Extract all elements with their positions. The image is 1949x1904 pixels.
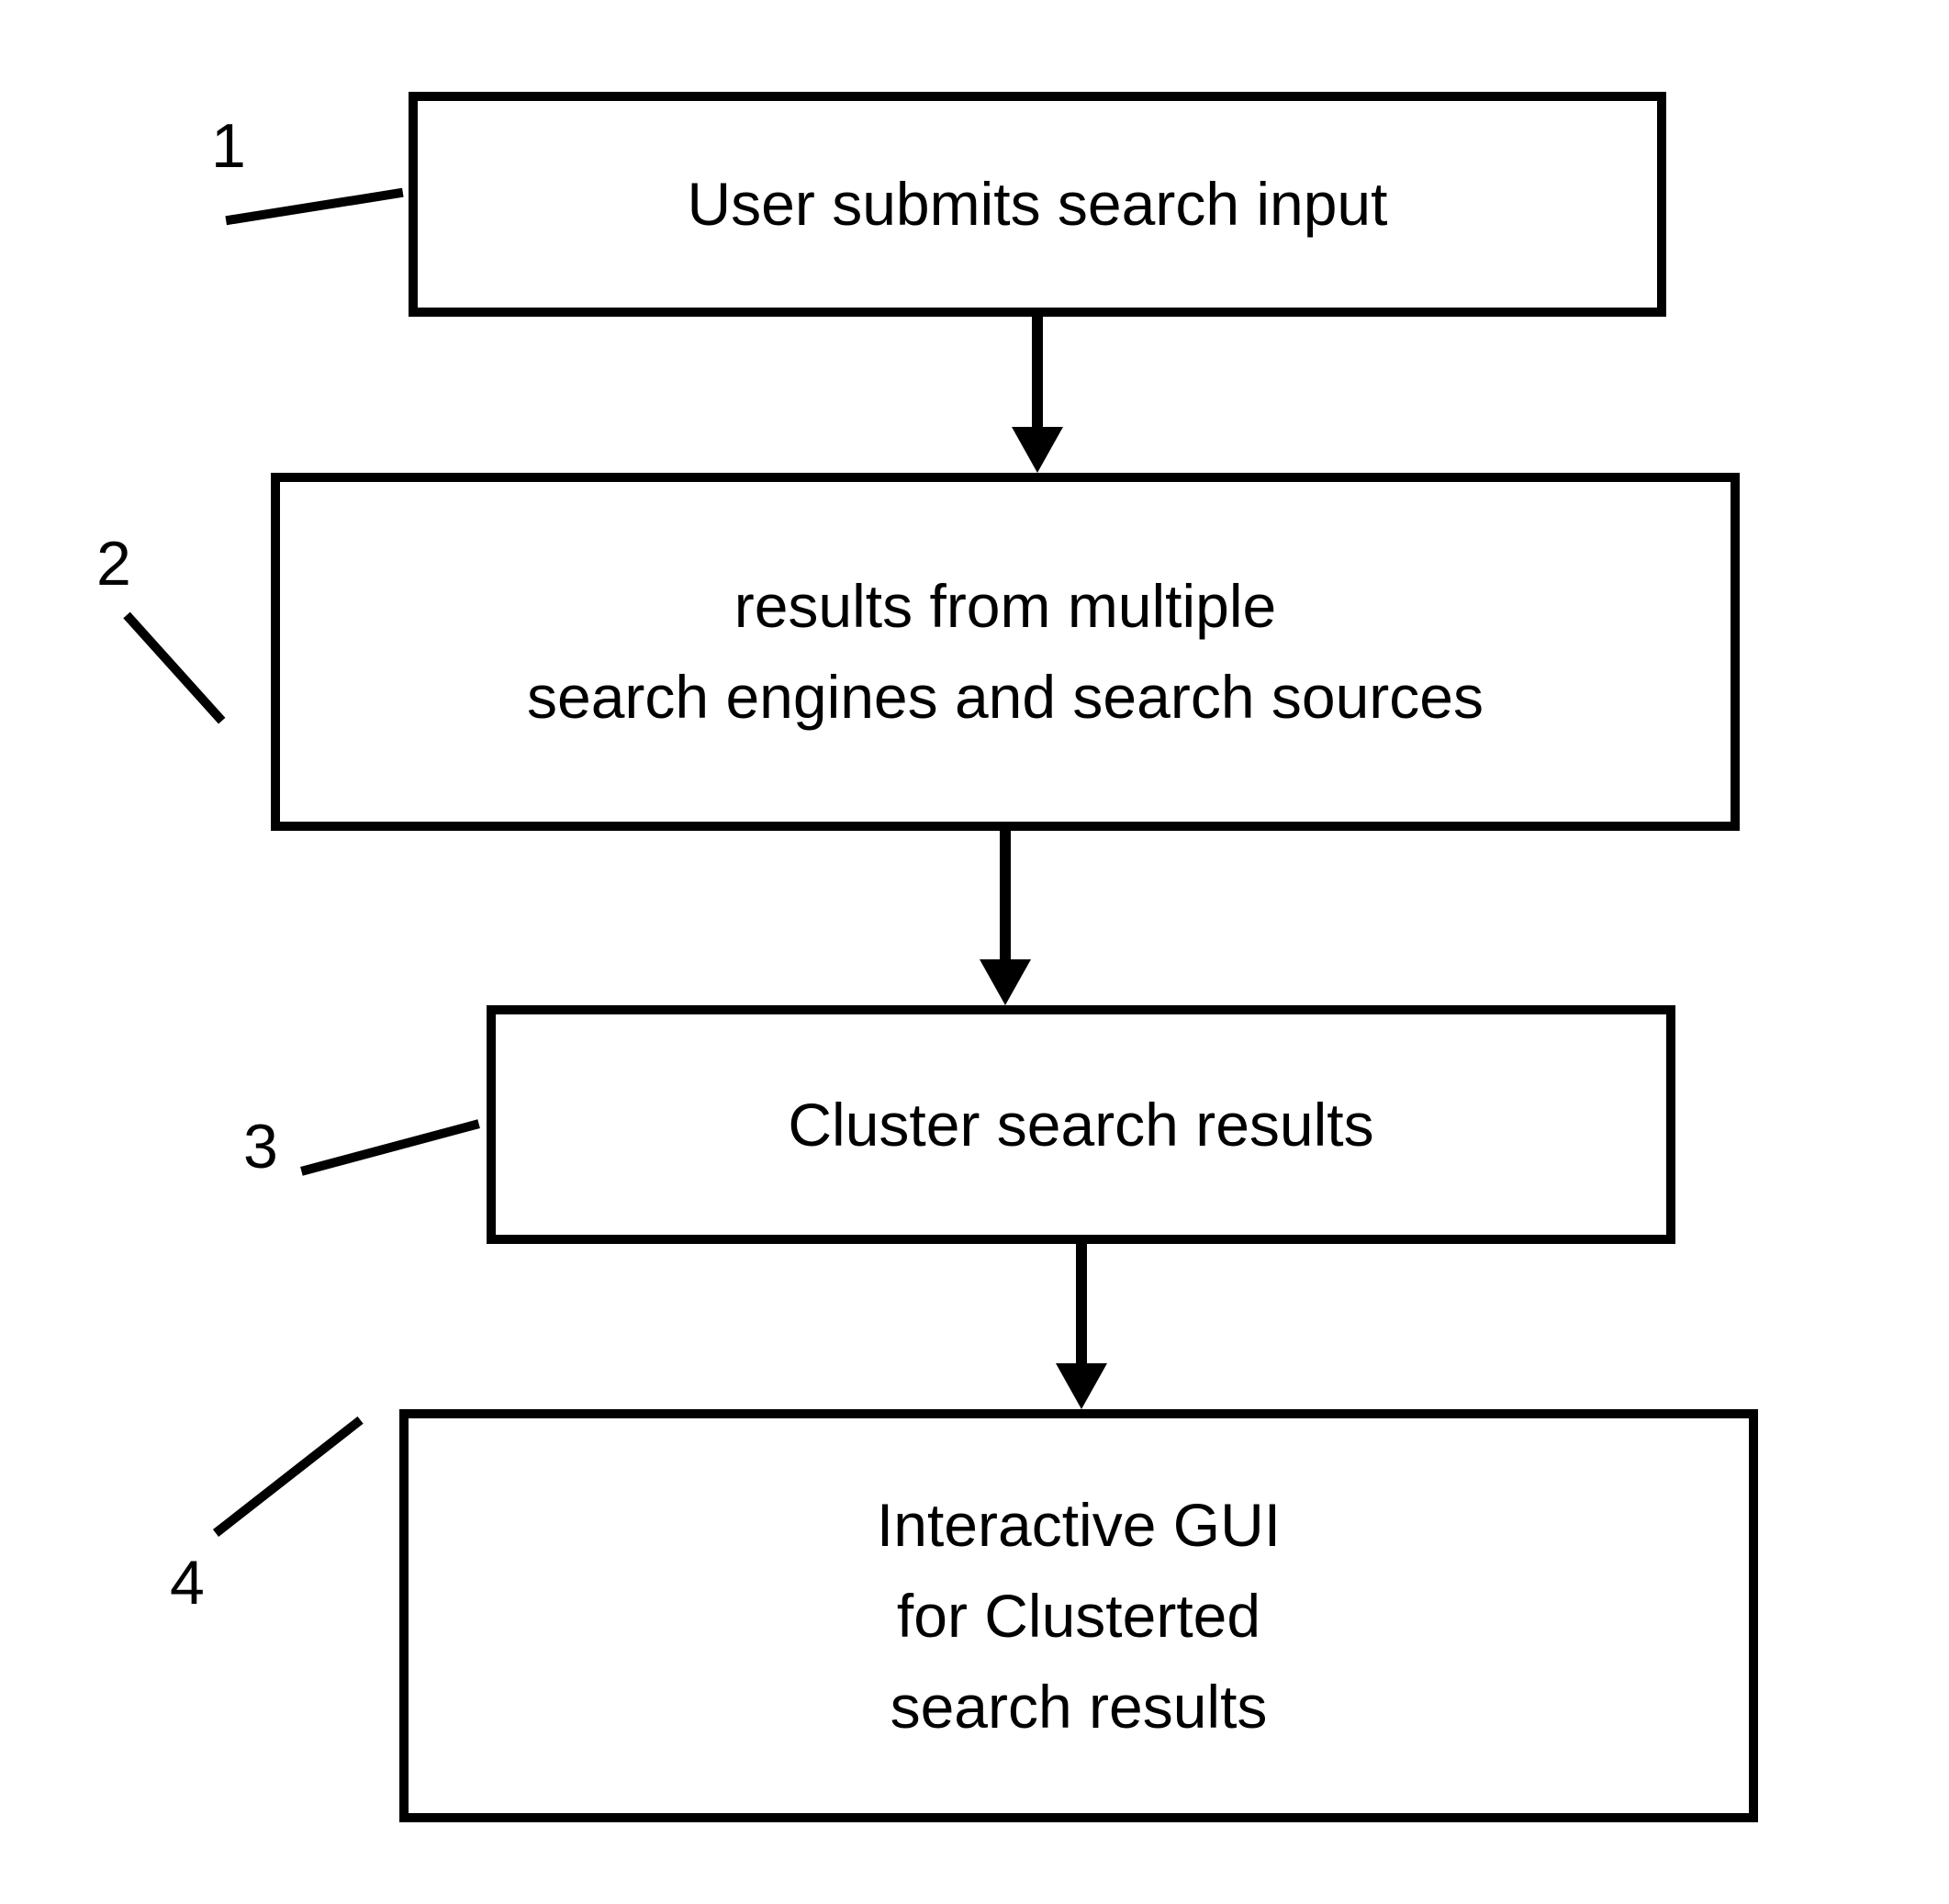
- step-box-4: Interactive GUI for Clusterted search re…: [399, 1409, 1758, 1822]
- step-number-1: 1: [211, 110, 246, 182]
- step-text-2-line-0: results from multiple: [734, 561, 1277, 652]
- arrow-1-to-2: [409, 317, 1666, 473]
- lead-line-1: [225, 188, 403, 225]
- flow-step-3: 3 Cluster search results: [0, 1005, 1949, 1244]
- step-text-1-line-0: User submits search input: [688, 159, 1388, 250]
- step-number-4: 4: [170, 1547, 205, 1618]
- arrow-2-to-3: [271, 831, 1740, 1005]
- flowchart-diagram: 1 User submits search input 2 results fr…: [0, 92, 1949, 1822]
- lead-line-3: [300, 1119, 480, 1175]
- flow-step-2: 2 results from multiple search engines a…: [0, 473, 1949, 831]
- step-text-4-line-1: for Clusterted: [897, 1571, 1260, 1662]
- step-number-2: 2: [96, 528, 131, 599]
- flow-step-1: 1 User submits search input: [0, 92, 1949, 317]
- step-text-4-line-0: Interactive GUI: [877, 1480, 1281, 1571]
- step-box-2: results from multiple search engines and…: [271, 473, 1740, 831]
- step-text-4-line-2: search results: [890, 1662, 1268, 1753]
- flow-step-4: 4 Interactive GUI for Clusterted search …: [0, 1409, 1949, 1822]
- step-number-3: 3: [243, 1111, 278, 1182]
- arrow-down-icon: [969, 831, 1042, 1005]
- step-text-2-line-1: search engines and search sources: [527, 652, 1484, 743]
- arrow-3-to-4: [487, 1244, 1675, 1409]
- step-box-3: Cluster search results: [487, 1005, 1675, 1244]
- step-box-1: User submits search input: [409, 92, 1666, 317]
- step-text-3-line-0: Cluster search results: [788, 1080, 1373, 1170]
- arrow-down-icon: [1001, 317, 1074, 473]
- lead-line-2: [123, 612, 225, 724]
- arrow-down-icon: [1045, 1244, 1118, 1409]
- lead-line-4: [213, 1417, 364, 1537]
